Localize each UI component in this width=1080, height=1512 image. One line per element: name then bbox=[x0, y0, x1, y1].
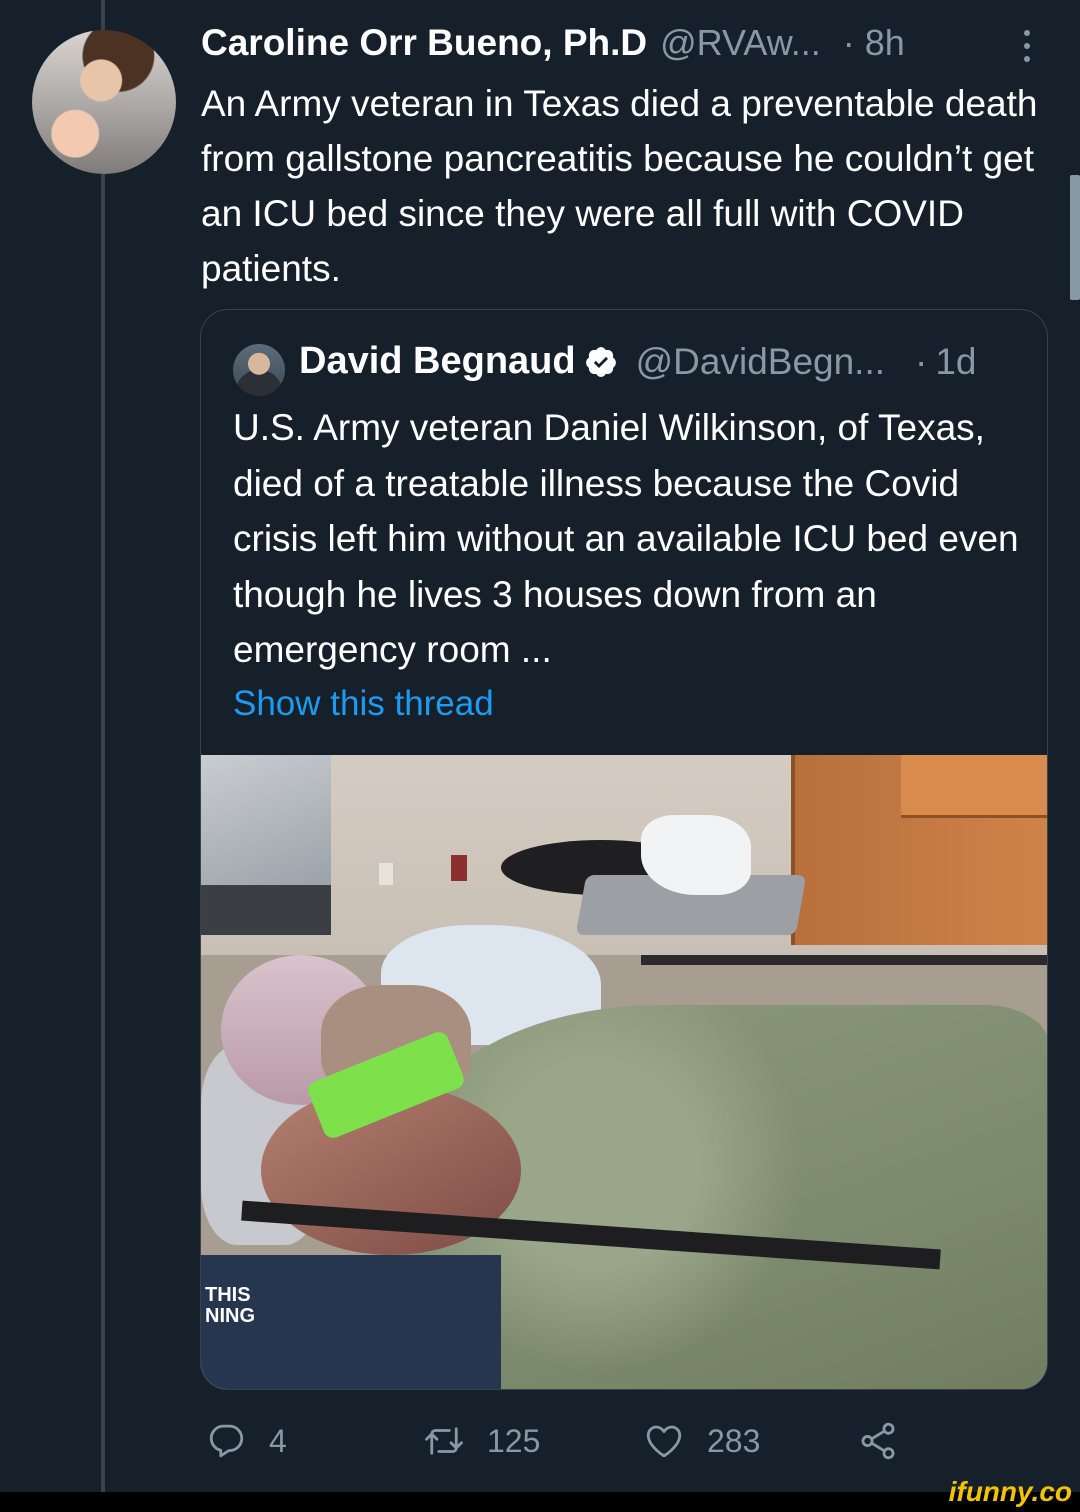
quoted-tweet-timestamp[interactable]: 1d bbox=[935, 341, 976, 383]
quoted-tweet-media-image[interactable]: THIS NING bbox=[201, 755, 1047, 1389]
like-button[interactable]: 283 bbox=[643, 1420, 760, 1462]
media-overlay-line-1: THIS bbox=[205, 1284, 251, 1306]
retweet-icon bbox=[425, 1427, 463, 1455]
tweet-header: Caroline Orr Bueno, Ph.D @RVAw... · 8h bbox=[201, 22, 905, 64]
quoted-tweet-text: U.S. Army veteran Daniel Wilkinson, of T… bbox=[233, 407, 1019, 670]
retweet-button[interactable]: 125 bbox=[423, 1420, 540, 1462]
reply-icon bbox=[209, 1424, 244, 1458]
more-options-button[interactable] bbox=[1012, 26, 1042, 66]
quoted-header-separator: · bbox=[915, 340, 928, 382]
thread-line bbox=[101, 0, 105, 1492]
retweet-count: 125 bbox=[487, 1422, 541, 1459]
author-avatar[interactable] bbox=[32, 30, 176, 174]
author-handle[interactable]: @RVAw... bbox=[660, 22, 821, 64]
author-name[interactable]: Caroline Orr Bueno, Ph.D bbox=[201, 22, 647, 64]
tweet-text: An Army veteran in Texas died a preventa… bbox=[201, 83, 1038, 289]
scrollbar-thumb[interactable] bbox=[1070, 175, 1080, 300]
header-separator: · bbox=[842, 22, 855, 63]
footer-bar bbox=[0, 1492, 1080, 1512]
tweet-actions: 4 125 283 bbox=[201, 1420, 1061, 1468]
show-thread-link[interactable]: Show this thread bbox=[233, 684, 494, 724]
quoted-author-name[interactable]: David Begnaud bbox=[299, 340, 576, 383]
like-icon bbox=[646, 1425, 682, 1458]
reply-button[interactable]: 4 bbox=[205, 1420, 287, 1462]
quoted-author-avatar[interactable] bbox=[233, 344, 285, 396]
quoted-tweet-card[interactable]: David Begnaud @DavidBegn... · 1d U.S. Ar… bbox=[200, 309, 1048, 1390]
verified-badge-icon bbox=[585, 346, 616, 377]
ifunny-watermark: ifunny.co bbox=[948, 1476, 1072, 1507]
share-icon bbox=[861, 1422, 895, 1460]
quoted-tweet-header: David Begnaud @DavidBegn... · 1d bbox=[299, 340, 977, 383]
share-button[interactable] bbox=[857, 1420, 899, 1462]
like-count: 283 bbox=[707, 1422, 761, 1459]
media-overlay-text: THIS NING bbox=[205, 1285, 255, 1327]
tweet-timestamp[interactable]: 8h bbox=[865, 22, 905, 64]
reply-count: 4 bbox=[269, 1422, 287, 1459]
media-overlay-line-2: NING bbox=[205, 1305, 255, 1327]
more-icon bbox=[1024, 30, 1030, 36]
quoted-author-handle[interactable]: @DavidBegn... bbox=[636, 341, 885, 383]
